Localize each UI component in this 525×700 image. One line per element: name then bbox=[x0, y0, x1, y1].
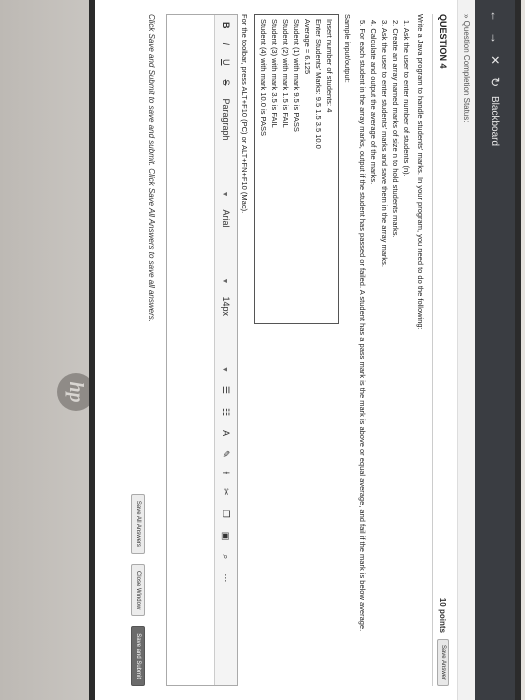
question-steps: 1. Ask the user to enter number of stude… bbox=[357, 14, 412, 686]
toolbar-hint: For the toolbar, press ALT+F10 (PC) or A… bbox=[240, 14, 249, 214]
breadcrumb: » Question Completion Status: bbox=[457, 0, 475, 700]
question-header: QUESTION 4 10 points Save Answer bbox=[432, 14, 449, 686]
numbered-list-icon[interactable]: ☷ bbox=[221, 408, 232, 416]
cut-icon[interactable]: ✂ bbox=[221, 488, 232, 496]
search-icon[interactable]: ⌕ bbox=[221, 554, 232, 559]
chevron-down-icon: ▼ bbox=[221, 365, 228, 373]
paste-icon[interactable]: ▣ bbox=[221, 532, 232, 541]
chevron-down-icon: ▼ bbox=[221, 190, 228, 198]
bold-button[interactable]: B bbox=[221, 22, 231, 29]
question-title: QUESTION 4 bbox=[438, 14, 448, 69]
font-select[interactable]: Arial ▼ bbox=[221, 210, 231, 285]
question-step: 5. For each student in the array marks, … bbox=[358, 20, 367, 632]
text-color-icon[interactable]: A bbox=[221, 430, 231, 436]
question-step: 1. Ask the user to enter number of stude… bbox=[402, 20, 411, 177]
save-answer-button[interactable]: Save Answer bbox=[437, 638, 449, 686]
answer-text-area[interactable] bbox=[168, 15, 214, 685]
bottom-buttons: Save All Answers Close Window Save and S… bbox=[131, 493, 145, 686]
sample-line: Enter Students' Marks: 9.5 1.5 3.5 10.0 bbox=[314, 19, 323, 149]
strikethrough-button[interactable]: S bbox=[221, 80, 231, 86]
question-area: QUESTION 4 10 points Save Answer Write a… bbox=[147, 0, 457, 700]
bullet-list-icon[interactable]: ☰ bbox=[221, 386, 232, 394]
sample-line: Average = 6.125 bbox=[303, 19, 312, 75]
chevron-down-icon: ▼ bbox=[221, 277, 228, 285]
font-select-value: Arial bbox=[221, 209, 231, 228]
left-arrow-icon[interactable]: ← bbox=[488, 8, 502, 24]
question-step: 4. Calculate and output the average of t… bbox=[369, 20, 378, 185]
close-window-button[interactable]: Close Window bbox=[131, 563, 145, 617]
paragraph-select-value: Paragraph bbox=[221, 98, 231, 141]
sample-line: Student (3) with mark 3.5 is FAIL bbox=[270, 19, 279, 128]
sample-label: Sample input/output: bbox=[343, 14, 352, 83]
sample-line: Student (4) with mark 10.0 is PASS bbox=[259, 19, 268, 136]
size-select[interactable]: 14px ▼ bbox=[221, 296, 231, 372]
browser-tab-title[interactable]: Blackboard bbox=[490, 96, 501, 146]
right-arrow-icon[interactable]: → bbox=[488, 30, 502, 46]
clear-format-icon[interactable]: Ɨ bbox=[221, 472, 231, 475]
reload-icon[interactable]: ↻ bbox=[488, 74, 502, 90]
save-and-submit-button[interactable]: Save and Submit bbox=[131, 626, 145, 686]
italic-button[interactable]: I bbox=[221, 43, 231, 46]
browser-bar: ← → ✕ ↻ Blackboard bbox=[475, 0, 515, 700]
close-icon[interactable]: ✕ bbox=[488, 52, 502, 68]
sample-line: Insert number of students: 4 bbox=[325, 19, 334, 113]
sample-line: Student (2) with mark 1.5 is FAIL bbox=[281, 19, 290, 128]
question-text: Write a Java program to handle students'… bbox=[342, 14, 426, 686]
sample-output-box: Insert number of students: 4 Enter Stude… bbox=[254, 14, 339, 324]
underline-button[interactable]: U bbox=[221, 59, 231, 66]
points-label: 10 points bbox=[438, 597, 448, 633]
question-intro: Write a Java program to handle students'… bbox=[416, 14, 425, 330]
save-all-answers-button[interactable]: Save All Answers bbox=[131, 493, 145, 554]
sample-line: Student (1) with mark 9.5 is PASS bbox=[292, 19, 301, 132]
answer-editor: B I U S Paragraph▼ Arial▼ 14px▼ ☰ ☷ A ✎ … bbox=[166, 14, 238, 686]
hp-logo: hp bbox=[57, 373, 95, 411]
question-step: 2. Create an array named marks of size n… bbox=[391, 20, 400, 238]
size-select-value: 14px bbox=[221, 296, 231, 316]
copy-icon[interactable]: ❐ bbox=[221, 510, 232, 518]
more-icon[interactable]: ⋯ bbox=[221, 573, 232, 582]
paragraph-select[interactable]: Paragraph ▼ bbox=[221, 99, 231, 198]
question-step: 3. Ask the user to enter students' marks… bbox=[380, 20, 389, 267]
browser-screen: ← → ✕ ↻ Blackboard » Question Completion… bbox=[95, 0, 515, 700]
submit-note: Click Save and Submit to save and submit… bbox=[147, 14, 156, 322]
highlight-icon[interactable]: ✎ bbox=[221, 450, 232, 458]
editor-toolbar: B I U S Paragraph▼ Arial▼ 14px▼ ☰ ☷ A ✎ … bbox=[214, 15, 237, 685]
